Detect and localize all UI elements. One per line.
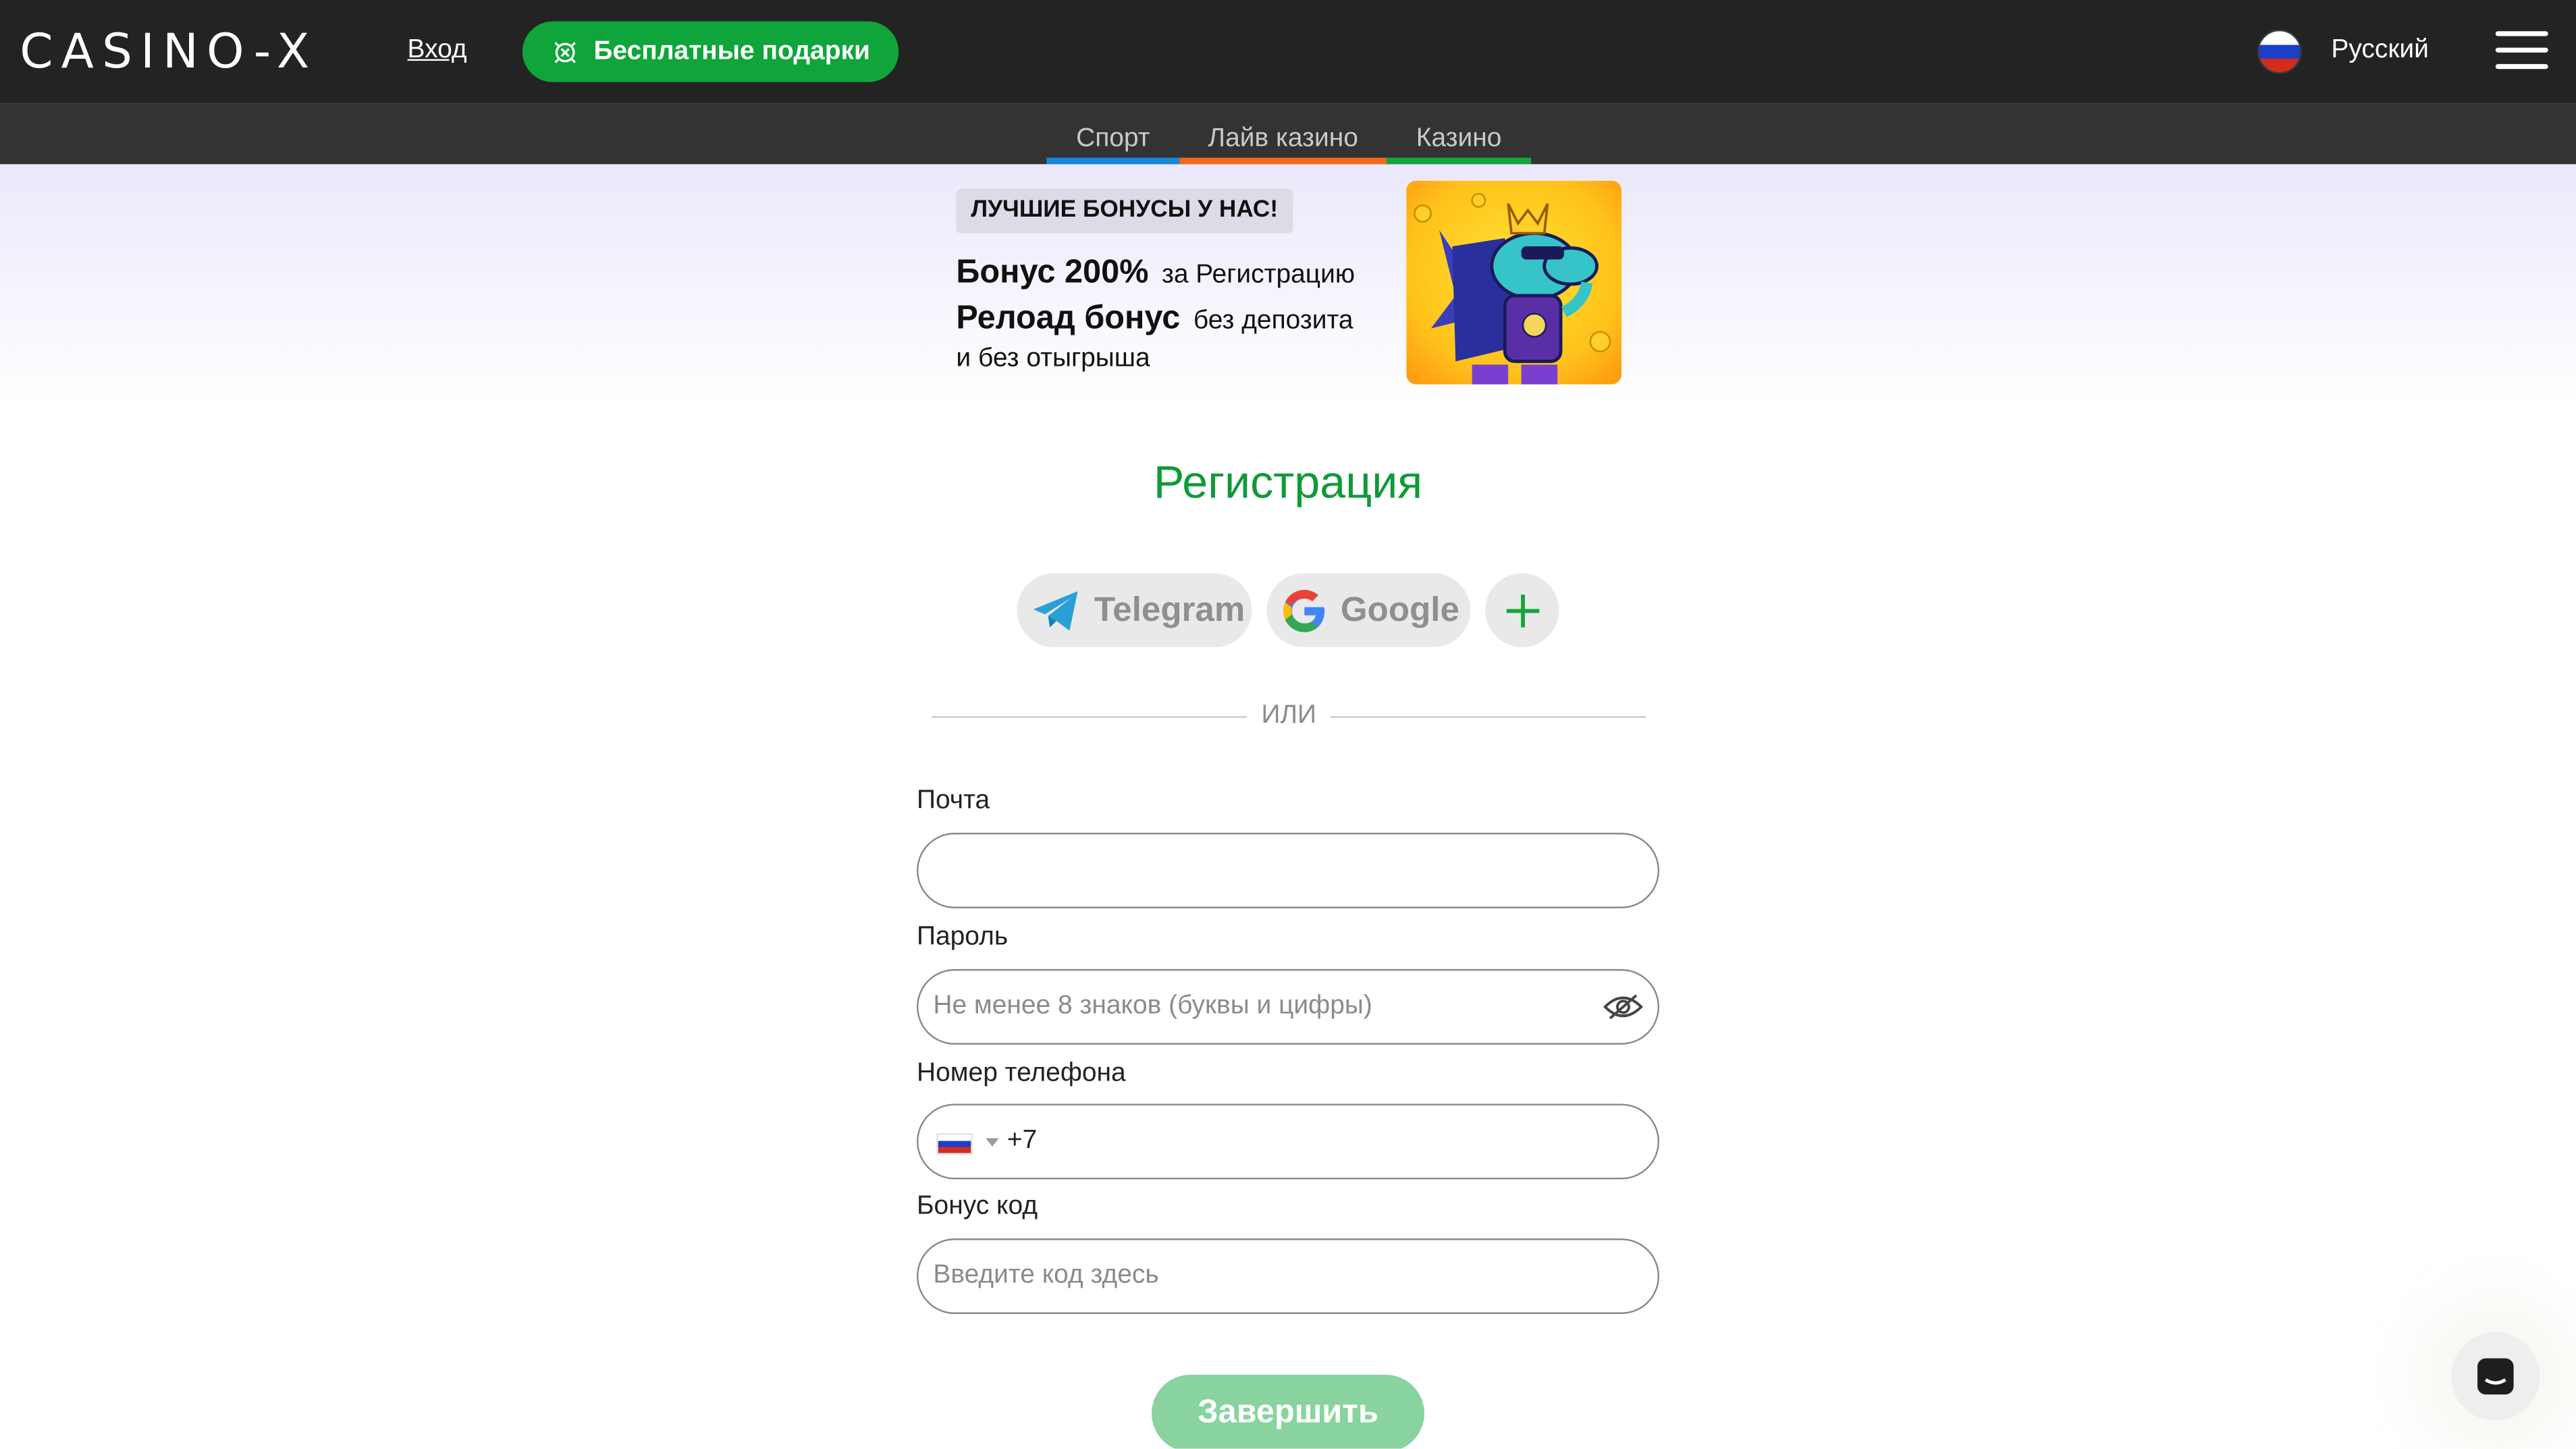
login-link[interactable]: Вход: [408, 36, 467, 66]
divider-line-left: [931, 716, 1247, 718]
support-chat-button[interactable]: [2451, 1332, 2540, 1421]
password-field-wrapper: [917, 968, 1660, 1045]
bonus-line-2: Релоад бонус без депозита: [956, 300, 1353, 338]
telegram-icon: [1033, 590, 1078, 630]
password-label: Пароль: [917, 923, 1009, 952]
bonus-200-desc: за Регистрацию: [1161, 261, 1356, 290]
best-bonuses-badge: ЛУЧШИЕ БОНУСЫ У НАС!: [956, 188, 1293, 234]
divider-line-right: [1331, 716, 1646, 718]
reload-bonus-desc: без депозита: [1193, 307, 1353, 335]
country-flag-icon[interactable]: [936, 1133, 973, 1155]
more-login-options-button[interactable]: [1485, 573, 1559, 647]
password-field[interactable]: [933, 970, 1590, 1043]
category-nav: Спорт Лайв казино Казино: [0, 103, 2576, 165]
hamburger-menu-icon[interactable]: [2495, 31, 2548, 74]
google-login-button[interactable]: Google: [1266, 573, 1471, 647]
toggle-password-visibility-icon[interactable]: [1603, 992, 1643, 1022]
casino-x-logo[interactable]: CASINO-X: [20, 22, 317, 81]
or-divider: ИЛИ: [931, 700, 1646, 733]
tab-sport[interactable]: Спорт: [1046, 103, 1180, 165]
telegram-login-button[interactable]: Telegram: [1017, 573, 1252, 647]
telegram-label: Telegram: [1094, 590, 1245, 628]
bonus-code-field-wrapper: [917, 1238, 1660, 1314]
plus-icon: [1505, 593, 1539, 627]
chat-icon: [2477, 1358, 2514, 1395]
bonus-line-3: и без отыгрыша: [956, 345, 1150, 373]
dragon-mascot-image: [1406, 180, 1622, 385]
country-dropdown-icon[interactable]: [986, 1138, 999, 1147]
bonus-code-field[interactable]: [933, 1240, 1640, 1313]
email-field-wrapper: [917, 832, 1660, 908]
finish-button[interactable]: Завершить: [1152, 1375, 1425, 1449]
language-label: Русский: [2331, 36, 2429, 64]
phone-label: Номер телефона: [917, 1059, 1126, 1088]
free-gifts-label: Бесплатные подарки: [593, 36, 870, 65]
tab-casino[interactable]: Казино: [1387, 103, 1532, 165]
phone-field-wrapper: [917, 1103, 1660, 1180]
bonus-line-1: Бонус 200% за Регистрацию: [956, 254, 1355, 292]
google-label: Google: [1340, 590, 1459, 628]
top-header: CASINO-X Вход Бесплатные подарки Русский: [0, 0, 2576, 104]
tab-live-casino[interactable]: Лайв казино: [1179, 103, 1387, 165]
bonus-code-label: Бонус код: [917, 1192, 1038, 1221]
language-selector[interactable]: Русский: [2257, 28, 2429, 74]
gift-icon: [555, 40, 576, 63]
email-label: Почта: [917, 786, 990, 815]
russia-flag-icon: [2257, 28, 2302, 74]
reload-bonus-title: Релоад бонус: [956, 300, 1181, 337]
email-field[interactable]: [933, 834, 1640, 907]
free-gifts-button[interactable]: Бесплатные подарки: [522, 21, 899, 82]
registration-title: Регистрация: [1153, 456, 1423, 508]
google-icon: [1283, 589, 1325, 632]
bonus-200-title: Бонус 200%: [956, 254, 1149, 291]
or-text: ИЛИ: [1261, 701, 1317, 730]
phone-field[interactable]: [1007, 1105, 1632, 1178]
